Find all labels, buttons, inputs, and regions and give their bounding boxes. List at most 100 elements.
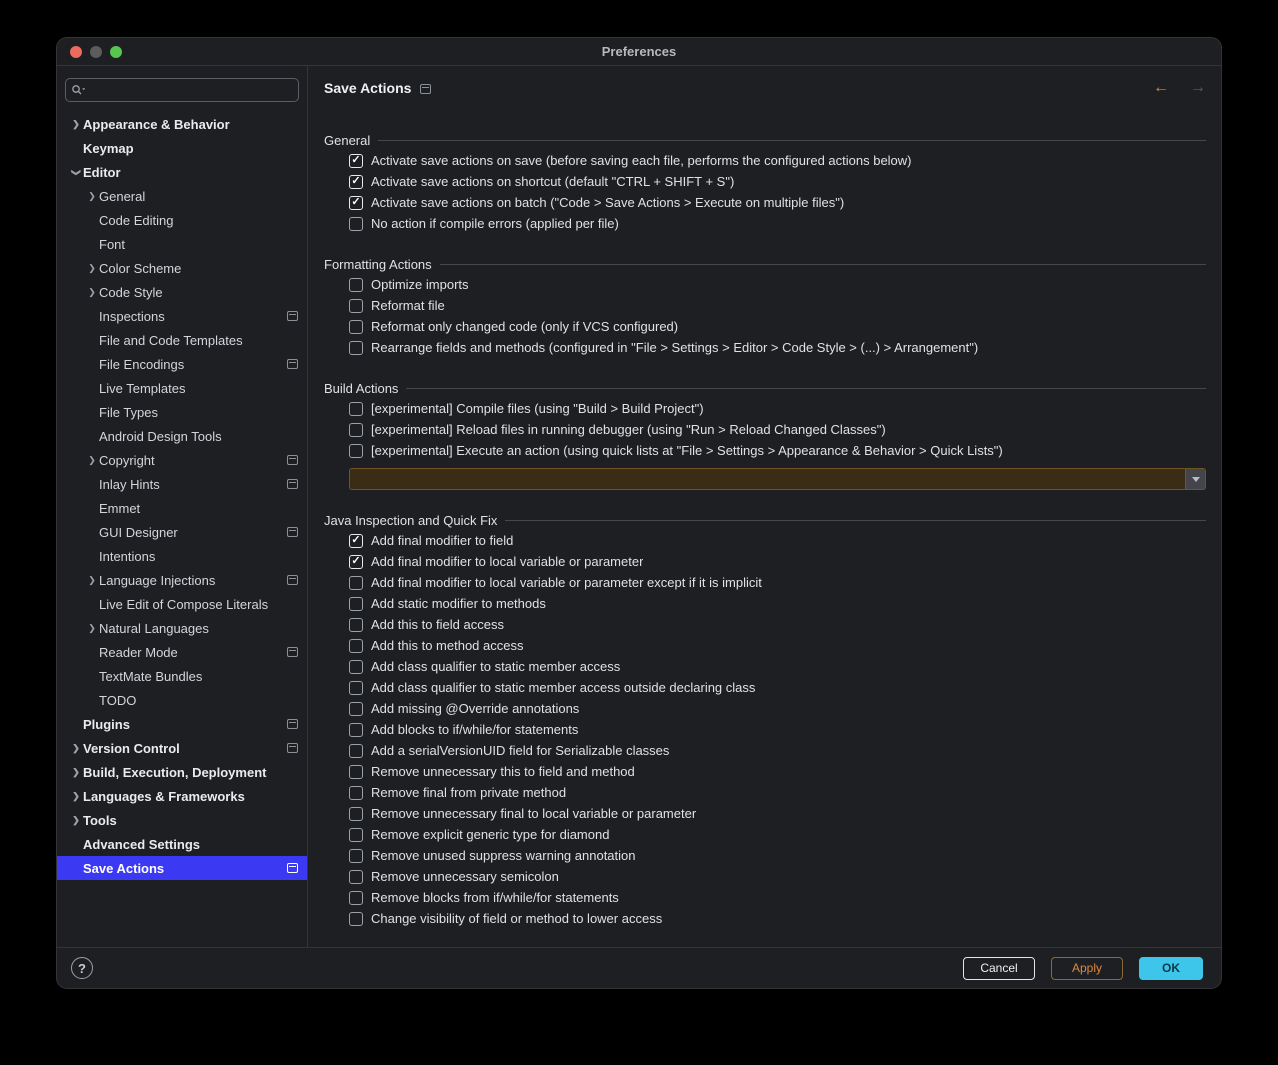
chevron-right-icon[interactable]: ❯ [85, 623, 99, 634]
checkbox-row[interactable]: Add missing @Override annotations [324, 698, 1206, 719]
back-arrow-button[interactable]: ← [1153, 80, 1169, 96]
checkbox-row[interactable]: Change visibility of field or method to … [324, 908, 1206, 929]
checkbox-checked[interactable] [349, 154, 363, 168]
checkbox-row[interactable]: No action if compile errors (applied per… [324, 213, 1206, 234]
checkbox-unchecked[interactable] [349, 786, 363, 800]
ok-button[interactable]: OK [1139, 957, 1203, 980]
checkbox-checked[interactable] [349, 196, 363, 210]
sidebar-item-language-injections[interactable]: ❯Language Injections [57, 568, 307, 592]
chevron-right-icon[interactable]: ❯ [85, 455, 99, 466]
sidebar-item-live-templates[interactable]: Live Templates [57, 376, 307, 400]
sidebar-item-file-and-code-templates[interactable]: File and Code Templates [57, 328, 307, 352]
sidebar-item-inspections[interactable]: Inspections [57, 304, 307, 328]
checkbox-checked[interactable] [349, 555, 363, 569]
checkbox-row[interactable]: Add blocks to if/while/for statements [324, 719, 1206, 740]
checkbox-unchecked[interactable] [349, 299, 363, 313]
checkbox-unchecked[interactable] [349, 639, 363, 653]
sidebar-item-reader-mode[interactable]: Reader Mode [57, 640, 307, 664]
settings-search[interactable] [65, 78, 299, 102]
sidebar-item-font[interactable]: Font [57, 232, 307, 256]
quick-list-combobox[interactable] [349, 468, 1206, 490]
checkbox-unchecked[interactable] [349, 849, 363, 863]
chevron-right-icon[interactable]: ❯ [69, 767, 83, 778]
sidebar-item-appearance-behavior[interactable]: ❯Appearance & Behavior [57, 112, 307, 136]
sidebar-item-languages-frameworks[interactable]: ❯Languages & Frameworks [57, 784, 307, 808]
checkbox-unchecked[interactable] [349, 423, 363, 437]
sidebar-item-todo[interactable]: TODO [57, 688, 307, 712]
checkbox-unchecked[interactable] [349, 217, 363, 231]
sidebar-item-intentions[interactable]: Intentions [57, 544, 307, 568]
checkbox-row[interactable]: Add a serialVersionUID field for Seriali… [324, 740, 1206, 761]
sidebar-item-version-control[interactable]: ❯Version Control [57, 736, 307, 760]
zoom-window-button[interactable] [110, 46, 122, 58]
checkbox-unchecked[interactable] [349, 278, 363, 292]
sidebar-item-emmet[interactable]: Emmet [57, 496, 307, 520]
chevron-right-icon[interactable]: ❯ [85, 287, 99, 298]
chevron-right-icon[interactable]: ❯ [85, 191, 99, 202]
checkbox-row[interactable]: Reformat only changed code (only if VCS … [324, 316, 1206, 337]
checkbox-unchecked[interactable] [349, 660, 363, 674]
checkbox-unchecked[interactable] [349, 723, 363, 737]
sidebar-item-inlay-hints[interactable]: Inlay Hints [57, 472, 307, 496]
checkbox-row[interactable]: Add this to method access [324, 635, 1206, 656]
sidebar-item-keymap[interactable]: Keymap [57, 136, 307, 160]
combobox-dropdown-button[interactable] [1185, 469, 1205, 489]
sidebar-item-file-types[interactable]: File Types [57, 400, 307, 424]
checkbox-unchecked[interactable] [349, 618, 363, 632]
checkbox-row[interactable]: Remove unnecessary semicolon [324, 866, 1206, 887]
checkbox-row[interactable]: Remove unused suppress warning annotatio… [324, 845, 1206, 866]
sidebar-item-save-actions[interactable]: Save Actions [57, 856, 307, 880]
chevron-down-icon[interactable]: ❯ [71, 165, 82, 179]
search-input[interactable] [89, 83, 293, 98]
chevron-right-icon[interactable]: ❯ [85, 263, 99, 274]
checkbox-unchecked[interactable] [349, 870, 363, 884]
checkbox-unchecked[interactable] [349, 765, 363, 779]
checkbox-row[interactable]: Remove unnecessary final to local variab… [324, 803, 1206, 824]
checkbox-unchecked[interactable] [349, 807, 363, 821]
checkbox-unchecked[interactable] [349, 681, 363, 695]
sidebar-item-color-scheme[interactable]: ❯Color Scheme [57, 256, 307, 280]
checkbox-row[interactable]: Activate save actions on save (before sa… [324, 150, 1206, 171]
checkbox-row[interactable]: Remove final from private method [324, 782, 1206, 803]
sidebar-item-general[interactable]: ❯General [57, 184, 307, 208]
apply-button[interactable]: Apply [1051, 957, 1123, 980]
sidebar-item-gui-designer[interactable]: GUI Designer [57, 520, 307, 544]
checkbox-unchecked[interactable] [349, 744, 363, 758]
checkbox-row[interactable]: Add class qualifier to static member acc… [324, 656, 1206, 677]
sidebar-item-live-edit-of-compose-literals[interactable]: Live Edit of Compose Literals [57, 592, 307, 616]
sidebar-item-plugins[interactable]: Plugins [57, 712, 307, 736]
sidebar-item-editor[interactable]: ❯Editor [57, 160, 307, 184]
checkbox-row[interactable]: Activate save actions on shortcut (defau… [324, 171, 1206, 192]
sidebar-item-code-editing[interactable]: Code Editing [57, 208, 307, 232]
checkbox-row[interactable]: [experimental] Compile files (using "Bui… [324, 398, 1206, 419]
checkbox-row[interactable]: [experimental] Execute an action (using … [324, 440, 1206, 461]
checkbox-unchecked[interactable] [349, 444, 363, 458]
checkbox-row[interactable]: Add final modifier to field [324, 530, 1206, 551]
checkbox-row[interactable]: [experimental] Reload files in running d… [324, 419, 1206, 440]
checkbox-checked[interactable] [349, 534, 363, 548]
checkbox-unchecked[interactable] [349, 341, 363, 355]
sidebar-item-file-encodings[interactable]: File Encodings [57, 352, 307, 376]
checkbox-unchecked[interactable] [349, 402, 363, 416]
checkbox-row[interactable]: Add final modifier to local variable or … [324, 572, 1206, 593]
sidebar-item-code-style[interactable]: ❯Code Style [57, 280, 307, 304]
checkbox-row[interactable]: Add final modifier to local variable or … [324, 551, 1206, 572]
checkbox-unchecked[interactable] [349, 576, 363, 590]
chevron-right-icon[interactable]: ❯ [69, 791, 83, 802]
sidebar-item-natural-languages[interactable]: ❯Natural Languages [57, 616, 307, 640]
checkbox-row[interactable]: Optimize imports [324, 274, 1206, 295]
cancel-button[interactable]: Cancel [963, 957, 1035, 980]
checkbox-unchecked[interactable] [349, 912, 363, 926]
sidebar-item-tools[interactable]: ❯Tools [57, 808, 307, 832]
checkbox-row[interactable]: Activate save actions on batch ("Code > … [324, 192, 1206, 213]
checkbox-unchecked[interactable] [349, 702, 363, 716]
checkbox-checked[interactable] [349, 175, 363, 189]
checkbox-row[interactable]: Rearrange fields and methods (configured… [324, 337, 1206, 358]
checkbox-row[interactable]: Add class qualifier to static member acc… [324, 677, 1206, 698]
checkbox-row[interactable]: Remove blocks from if/while/for statemen… [324, 887, 1206, 908]
minimize-window-button[interactable] [90, 46, 102, 58]
sidebar-item-textmate-bundles[interactable]: TextMate Bundles [57, 664, 307, 688]
checkbox-unchecked[interactable] [349, 828, 363, 842]
checkbox-row[interactable]: Remove unnecessary this to field and met… [324, 761, 1206, 782]
checkbox-row[interactable]: Reformat file [324, 295, 1206, 316]
